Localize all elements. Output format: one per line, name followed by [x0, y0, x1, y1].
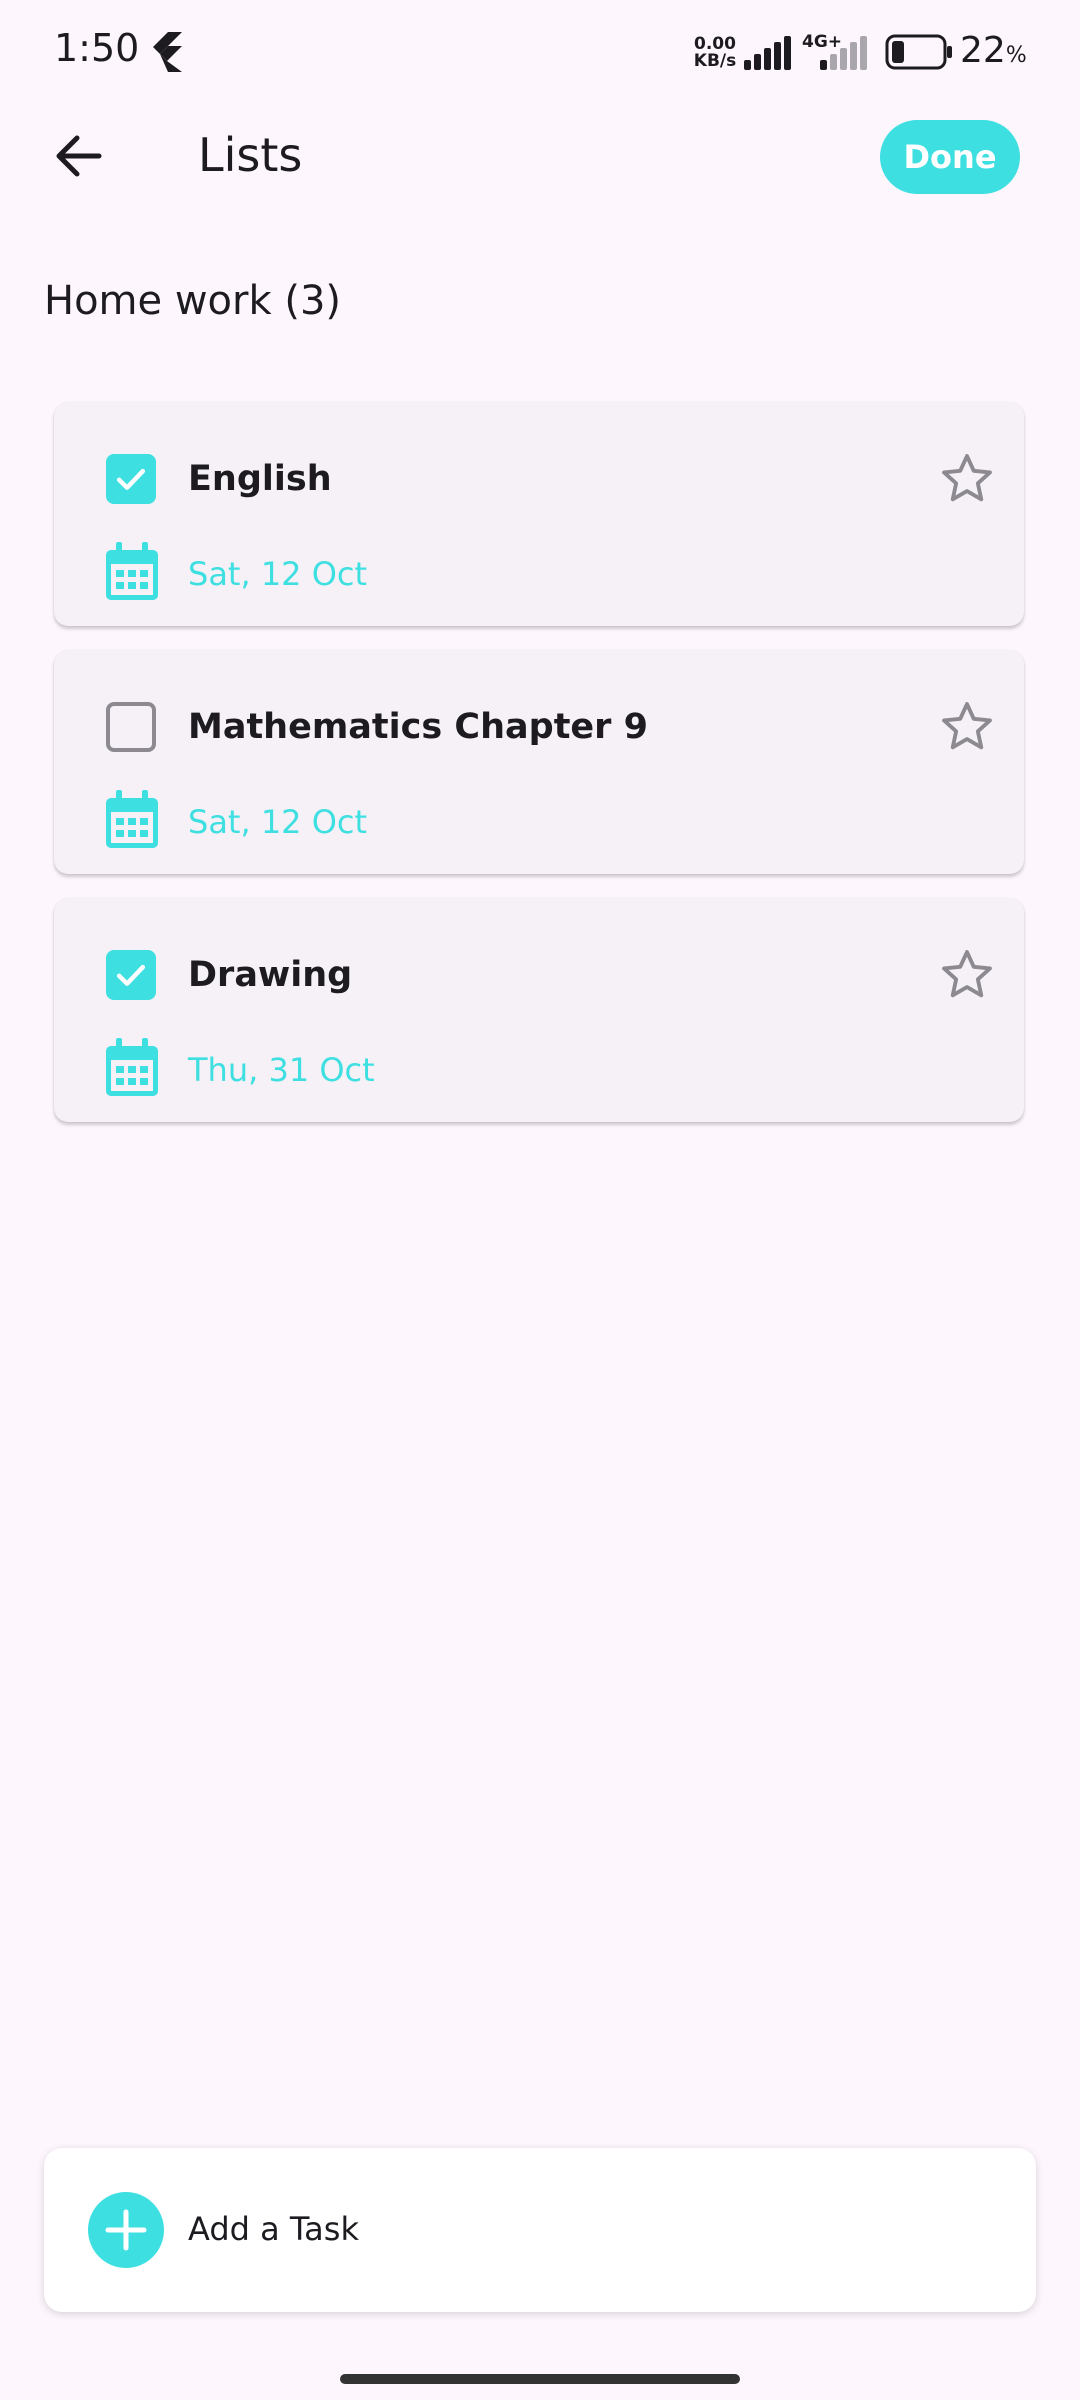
star-button[interactable] [936, 944, 998, 1006]
home-indicator[interactable] [340, 2374, 740, 2384]
add-task-bar[interactable]: Add a Task [44, 2148, 1036, 2312]
task-title: Drawing [188, 955, 353, 995]
battery-unit: % [1005, 43, 1027, 68]
back-button[interactable] [38, 116, 118, 196]
task-card[interactable]: Drawing Thu, 31 Oct [54, 898, 1024, 1122]
task-due-date: Thu, 31 Oct [188, 1051, 375, 1089]
task-card[interactable]: English Sat, 12 Oct [54, 402, 1024, 626]
battery-percentage: 22% [960, 30, 1027, 71]
status-bar: 1:50 0.00 KB/s 4G+ 22% [0, 0, 1080, 106]
task-checkbox[interactable] [106, 950, 156, 1000]
star-outline-icon [942, 702, 992, 750]
star-outline-icon [942, 950, 992, 998]
task-card[interactable]: Mathematics Chapter 9 Sat, 12 Oct [54, 650, 1024, 874]
signal-strength-icon [744, 36, 791, 70]
list-heading: Home work (3) [44, 278, 342, 324]
calendar-icon [106, 542, 158, 600]
task-title: Mathematics Chapter 9 [188, 707, 648, 747]
add-task-button[interactable] [88, 2192, 164, 2268]
add-task-label: Add a Task [188, 2210, 359, 2248]
calendar-icon [106, 1038, 158, 1096]
task-checkbox[interactable] [106, 702, 156, 752]
page-title: Lists [198, 128, 303, 182]
task-checkbox[interactable] [106, 454, 156, 504]
flutter-icon [153, 32, 182, 72]
network-speed: 0.00 KB/s [690, 36, 740, 70]
arrow-left-icon [56, 135, 102, 177]
battery-icon [885, 34, 952, 70]
calendar-icon [106, 790, 158, 848]
plus-icon [105, 2209, 147, 2251]
star-outline-icon [942, 454, 992, 502]
network-speed-unit: KB/s [693, 51, 737, 71]
star-button[interactable] [936, 448, 998, 510]
status-time: 1:50 [54, 26, 140, 70]
check-icon [116, 964, 146, 986]
battery-level: 22 [960, 30, 1006, 71]
signal-strength-secondary-icon [820, 36, 867, 70]
check-icon [116, 468, 146, 490]
task-due-date: Sat, 12 Oct [188, 803, 368, 841]
task-title: English [188, 459, 332, 499]
done-button[interactable]: Done [880, 120, 1020, 194]
task-due-date: Sat, 12 Oct [188, 555, 368, 593]
star-button[interactable] [936, 696, 998, 758]
task-list: English Sat, 12 Oct Mathematics Chapter … [54, 402, 1026, 1146]
